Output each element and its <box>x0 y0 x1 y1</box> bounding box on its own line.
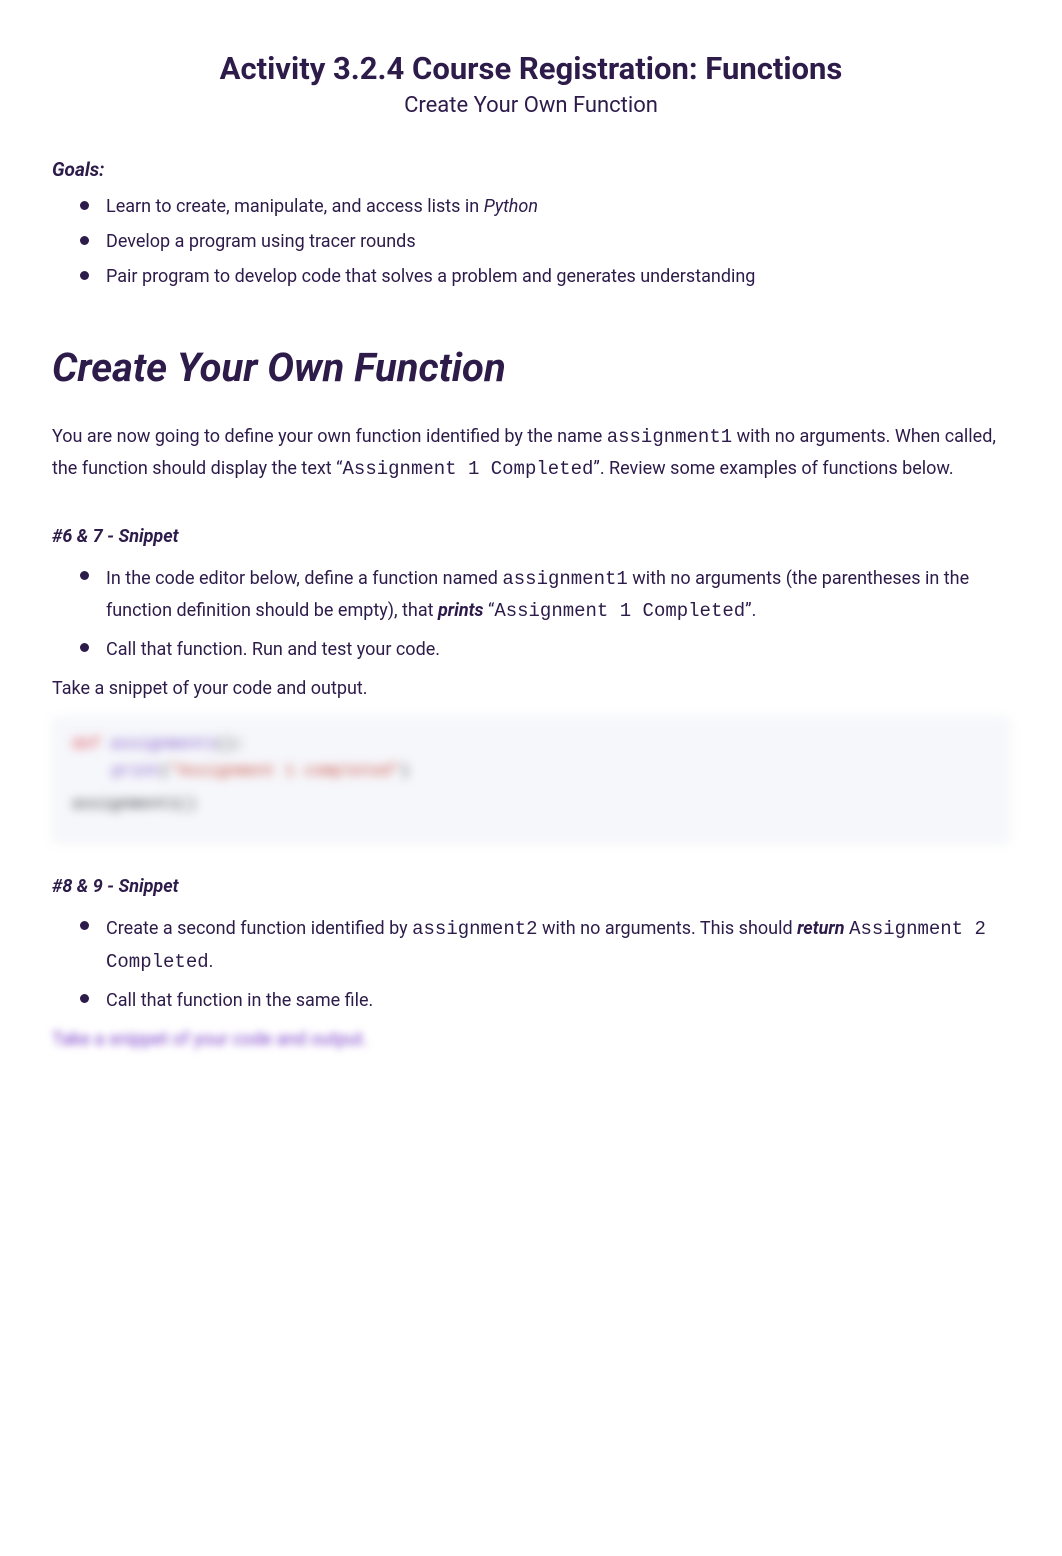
code-function: print <box>112 762 160 780</box>
list-item: Create a second function identified by a… <box>76 909 1010 982</box>
list-item: Call that function in the same file. <box>76 982 1010 1021</box>
list-item: Develop a program using tracer rounds <box>76 224 1010 259</box>
code-plain: ) <box>400 762 410 780</box>
code-inline: assignment1 <box>607 426 732 448</box>
section-heading: Create Your Own Function <box>52 344 1010 391</box>
task-text: with no arguments. This should <box>538 918 798 939</box>
list-item: Learn to create, manipulate, and access … <box>76 189 1010 224</box>
code-line: print("Assignment 1 completed") <box>72 758 990 785</box>
task-text: . <box>209 951 214 972</box>
task-list: In the code editor below, define a funct… <box>52 559 1010 670</box>
list-item: In the code editor below, define a funct… <box>76 559 1010 632</box>
code-inline: assignment1 <box>502 568 627 590</box>
intro-paragraph: You are now going to define your own fun… <box>52 421 1010 486</box>
goal-text: Learn to create, manipulate, and access … <box>106 196 484 217</box>
task-text: “ <box>483 600 494 621</box>
goals-label: Goals: <box>52 158 1010 181</box>
code-plain: (): <box>216 735 245 753</box>
intro-text: You are now going to define your own fun… <box>52 426 607 447</box>
goals-list: Learn to create, manipulate, and access … <box>52 189 1010 294</box>
task-text: In the code editor below, define a funct… <box>106 568 502 589</box>
snippet-label: #8 & 9 - Snippet <box>52 876 1010 897</box>
snippet-label: #6 & 7 - Snippet <box>52 526 1010 547</box>
task-text: ”. <box>745 600 756 621</box>
code-function: assignment1 <box>110 735 216 753</box>
intro-text: . Review some examples of functions belo… <box>600 458 954 479</box>
code-inline: assignment2 <box>412 918 537 940</box>
page-title: Activity 3.2.4 Course Registration: Func… <box>52 50 1010 87</box>
list-item: Pair program to develop code that solves… <box>76 259 1010 294</box>
code-line: assignment1() <box>72 791 990 818</box>
code-line: def assignment1(): <box>72 731 990 758</box>
take-snippet-text: Take a snippet of your code and output. <box>52 678 1010 699</box>
task-bold: return <box>797 918 845 939</box>
code-string: "Assignment 1 completed" <box>170 762 400 780</box>
page-subtitle: Create Your Own Function <box>52 93 1010 118</box>
take-snippet-blurred: Take a snippet of your code and output. <box>52 1029 1010 1050</box>
code-inline: Assignment 1 Completed <box>494 600 745 622</box>
code-block: def assignment1(): print("Assignment 1 c… <box>52 717 1010 843</box>
task-text: Create a second function identified by <box>106 918 412 939</box>
code-plain: ( <box>160 762 170 780</box>
code-keyword: def <box>72 735 101 753</box>
code-inline: Assignment 1 Completed <box>343 458 594 480</box>
task-list: Create a second function identified by a… <box>52 909 1010 1020</box>
list-item: Call that function. Run and test your co… <box>76 631 1010 670</box>
code-plain: assignment1() <box>72 795 197 813</box>
task-bold: prints <box>438 600 484 621</box>
goal-italic: Python <box>484 196 538 217</box>
